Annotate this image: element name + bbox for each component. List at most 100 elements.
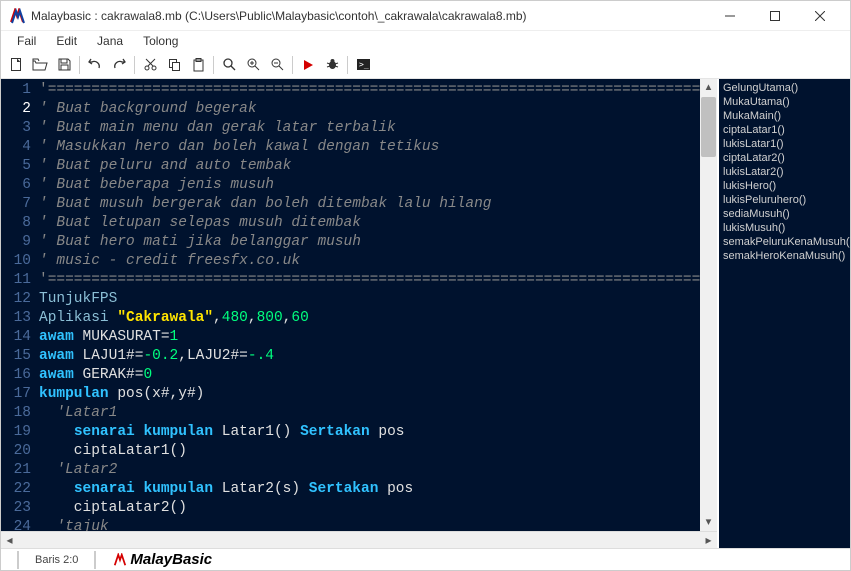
- line-number[interactable]: 8: [5, 214, 31, 233]
- line-number[interactable]: 3: [5, 119, 31, 138]
- paste-icon: [191, 57, 206, 72]
- outline-item[interactable]: ciptaLatar2(): [723, 151, 846, 165]
- line-number[interactable]: 10: [5, 252, 31, 271]
- cut-icon: [143, 57, 158, 72]
- menu-tolong[interactable]: Tolong: [133, 32, 188, 50]
- code-editor[interactable]: 123456789101112131415161718192021222324 …: [1, 79, 717, 531]
- code-line[interactable]: ' Buat background begerak: [39, 100, 696, 119]
- code-line[interactable]: awam LAJU1#=-0.2,LAJU2#=-.4: [39, 347, 696, 366]
- terminal-button[interactable]: >_: [352, 54, 374, 76]
- zoom-out-button[interactable]: [266, 54, 288, 76]
- scroll-thumb[interactable]: [701, 97, 716, 157]
- line-number[interactable]: 12: [5, 290, 31, 309]
- editor-panel: 123456789101112131415161718192021222324 …: [1, 79, 717, 548]
- outline-item[interactable]: lukisHero(): [723, 179, 846, 193]
- code-line[interactable]: ' music - credit freesfx.co.uk: [39, 252, 696, 271]
- line-number[interactable]: 17: [5, 385, 31, 404]
- maximize-button[interactable]: [752, 1, 797, 30]
- debug-icon: [325, 57, 340, 72]
- line-number[interactable]: 4: [5, 138, 31, 157]
- undo-button[interactable]: [84, 54, 106, 76]
- minimize-button[interactable]: [707, 1, 752, 30]
- line-number[interactable]: 11: [5, 271, 31, 290]
- paste-button[interactable]: [187, 54, 209, 76]
- outline-item[interactable]: lukisLatar2(): [723, 165, 846, 179]
- code-line[interactable]: '=======================================…: [39, 271, 696, 290]
- menu-fail[interactable]: Fail: [7, 32, 46, 50]
- debug-button[interactable]: [321, 54, 343, 76]
- scroll-left-arrow-icon[interactable]: ◂: [1, 532, 18, 549]
- find-button[interactable]: [218, 54, 240, 76]
- code-line[interactable]: 'tajuk: [39, 518, 696, 531]
- close-button[interactable]: [797, 1, 842, 30]
- code-line[interactable]: Aplikasi "Cakrawala",480,800,60: [39, 309, 696, 328]
- code-line[interactable]: 'Latar2: [39, 461, 696, 480]
- cut-button[interactable]: [139, 54, 161, 76]
- code-line[interactable]: kumpulan pos(x#,y#): [39, 385, 696, 404]
- outline-item[interactable]: MukaUtama(): [723, 95, 846, 109]
- run-button[interactable]: [297, 54, 319, 76]
- new-file-icon: [9, 57, 24, 72]
- outline-item[interactable]: semakHeroKenaMusuh(): [723, 249, 846, 263]
- line-number[interactable]: 16: [5, 366, 31, 385]
- code-line[interactable]: ' Buat peluru and auto tembak: [39, 157, 696, 176]
- outline-item[interactable]: MukaMain(): [723, 109, 846, 123]
- code-line[interactable]: ' Buat musuh bergerak dan boleh ditembak…: [39, 195, 696, 214]
- line-number[interactable]: 18: [5, 404, 31, 423]
- code-line[interactable]: 'Latar1: [39, 404, 696, 423]
- scroll-up-arrow-icon[interactable]: ▴: [700, 79, 717, 96]
- code-line[interactable]: ' Buat hero mati jika belanggar musuh: [39, 233, 696, 252]
- outline-item[interactable]: lukisLatar1(): [723, 137, 846, 151]
- outline-item[interactable]: ciptaLatar1(): [723, 123, 846, 137]
- scroll-down-arrow-icon[interactable]: ▾: [700, 514, 717, 531]
- scroll-track[interactable]: [18, 532, 700, 549]
- code-line[interactable]: ' Buat letupan selepas musuh ditembak: [39, 214, 696, 233]
- outline-item[interactable]: GelungUtama(): [723, 81, 846, 95]
- code-line[interactable]: senarai kumpulan Latar1() Sertakan pos: [39, 423, 696, 442]
- line-number[interactable]: 15: [5, 347, 31, 366]
- code-line[interactable]: senarai kumpulan Latar2(s) Sertakan pos: [39, 480, 696, 499]
- menu-edit[interactable]: Edit: [46, 32, 87, 50]
- line-number[interactable]: 9: [5, 233, 31, 252]
- cursor-position: Baris 2:0: [27, 554, 86, 566]
- line-number[interactable]: 7: [5, 195, 31, 214]
- line-number[interactable]: 5: [5, 157, 31, 176]
- line-number[interactable]: 22: [5, 480, 31, 499]
- code-area[interactable]: '=======================================…: [39, 79, 700, 531]
- line-number[interactable]: 21: [5, 461, 31, 480]
- code-line[interactable]: ' Masukkan hero dan boleh kawal dengan t…: [39, 138, 696, 157]
- open-file-button[interactable]: [29, 54, 51, 76]
- svg-text:>_: >_: [359, 60, 369, 69]
- code-line[interactable]: TunjukFPS: [39, 290, 696, 309]
- line-number[interactable]: 13: [5, 309, 31, 328]
- code-line[interactable]: ciptaLatar1(): [39, 442, 696, 461]
- scroll-right-arrow-icon[interactable]: ▸: [700, 532, 717, 549]
- copy-button[interactable]: [163, 54, 185, 76]
- code-line[interactable]: '=======================================…: [39, 81, 696, 100]
- line-number[interactable]: 6: [5, 176, 31, 195]
- redo-button[interactable]: [108, 54, 130, 76]
- save-file-button[interactable]: [53, 54, 75, 76]
- outline-item[interactable]: lukisMusuh(): [723, 221, 846, 235]
- line-number[interactable]: 20: [5, 442, 31, 461]
- line-number[interactable]: 14: [5, 328, 31, 347]
- outline-item[interactable]: semakPeluruKenaMusuh(): [723, 235, 846, 249]
- code-line[interactable]: awam MUKASURAT=1: [39, 328, 696, 347]
- line-number[interactable]: 1: [5, 81, 31, 100]
- line-number[interactable]: 23: [5, 499, 31, 518]
- vertical-scrollbar[interactable]: ▴ ▾: [700, 79, 717, 531]
- outline-item[interactable]: lukisPeluruhero(): [723, 193, 846, 207]
- outline-item[interactable]: sediaMusuh(): [723, 207, 846, 221]
- code-line[interactable]: ciptaLatar2(): [39, 499, 696, 518]
- zoom-in-button[interactable]: [242, 54, 264, 76]
- code-line[interactable]: ' Buat main menu dan gerak latar terbali…: [39, 119, 696, 138]
- code-line[interactable]: awam GERAK#=0: [39, 366, 696, 385]
- outline-panel[interactable]: GelungUtama()MukaUtama()MukaMain()ciptaL…: [717, 79, 850, 548]
- menu-jana[interactable]: Jana: [87, 32, 133, 50]
- line-number[interactable]: 24: [5, 518, 31, 531]
- new-file-button[interactable]: [5, 54, 27, 76]
- line-number[interactable]: 2: [5, 100, 31, 119]
- code-line[interactable]: ' Buat beberapa jenis musuh: [39, 176, 696, 195]
- horizontal-scrollbar[interactable]: ◂ ▸: [1, 531, 717, 548]
- line-number[interactable]: 19: [5, 423, 31, 442]
